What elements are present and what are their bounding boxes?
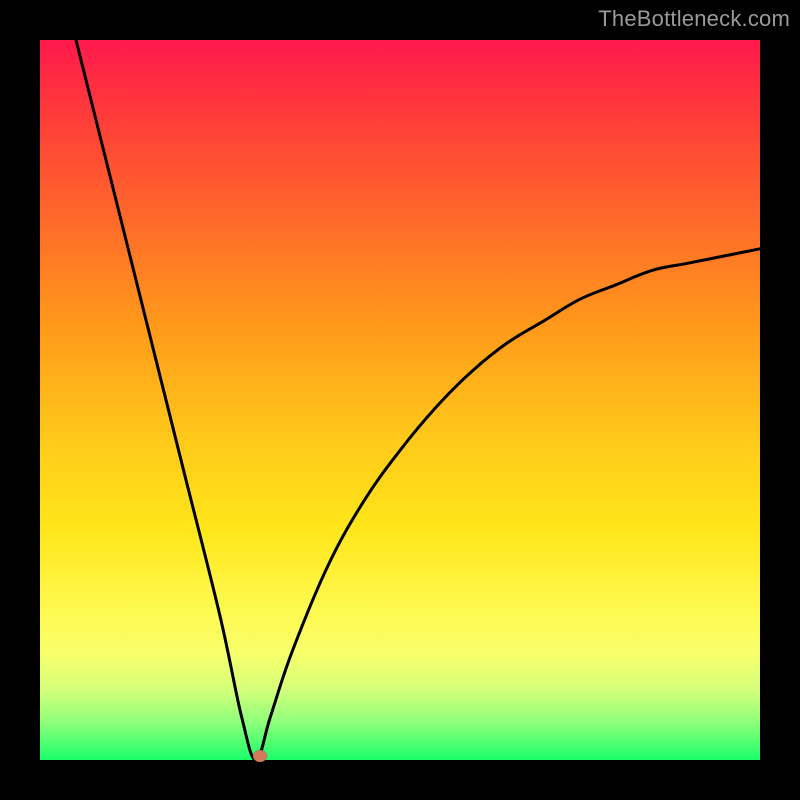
plot-area	[40, 40, 760, 760]
watermark-text: TheBottleneck.com	[598, 6, 790, 32]
chart-frame: TheBottleneck.com	[0, 0, 800, 800]
bottleneck-curve	[40, 40, 760, 760]
optimum-marker	[253, 750, 267, 762]
